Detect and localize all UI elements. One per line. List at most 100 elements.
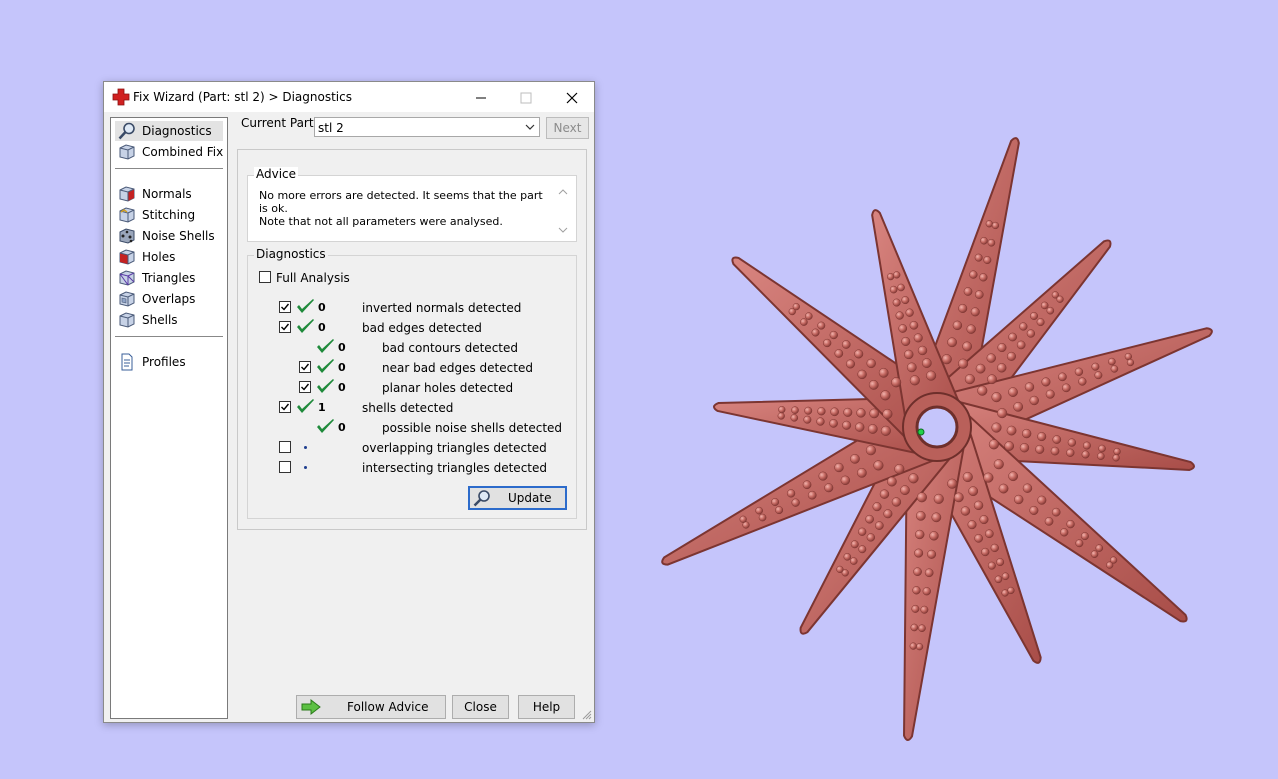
model-bead [958, 358, 969, 369]
model-bead [983, 256, 992, 265]
model-bead [908, 473, 919, 484]
model-bead [856, 408, 866, 418]
model-bead [1037, 432, 1047, 442]
model-bead [1113, 447, 1121, 456]
full-analysis-checkbox[interactable] [259, 271, 271, 283]
model-bead [1108, 357, 1116, 366]
star-model[interactable] [650, 125, 1230, 755]
model-bead [1082, 441, 1091, 450]
diagnostic-row: 0 planar holes detected [248, 377, 576, 397]
model-bead [968, 486, 979, 497]
close-window-button[interactable] [549, 82, 595, 112]
nav-item-holes[interactable]: Holes [115, 247, 223, 267]
help-button[interactable]: Help [518, 695, 575, 719]
diagnostic-label: planar holes detected [382, 381, 514, 395]
nav-item-diagnostics[interactable]: Diagnostics [115, 121, 223, 141]
nav-item-stitching[interactable]: Stitching [115, 205, 223, 225]
diagnostic-checkbox[interactable] [299, 381, 311, 393]
model-bead [882, 408, 893, 420]
model-bead [1029, 505, 1039, 515]
next-button[interactable]: Next [546, 117, 589, 139]
profile-document-icon [121, 353, 133, 371]
model-bead [974, 253, 983, 262]
diagnostic-checkbox[interactable] [279, 441, 291, 453]
arrow-right-icon [301, 698, 321, 716]
model-bead [1040, 301, 1049, 310]
model-bead [979, 515, 989, 525]
green-check-icon [317, 379, 334, 393]
model-bead [915, 643, 924, 651]
model-bead [1097, 452, 1105, 460]
model-bead [913, 567, 922, 577]
scroll-down-icon[interactable] [558, 226, 568, 234]
nav-item-shells[interactable]: Shells [115, 310, 223, 330]
nav-item-label: Shells [142, 313, 178, 327]
nav-item-triangles[interactable]: Triangles [115, 268, 223, 288]
resize-grip-icon[interactable] [582, 710, 592, 720]
diagnostic-label: bad contours detected [382, 341, 518, 355]
model-bead [1006, 425, 1017, 436]
diagnostic-checkbox[interactable] [279, 461, 291, 473]
scroll-up-icon[interactable] [558, 188, 568, 196]
advice-scrollbar[interactable] [556, 188, 570, 234]
model-bead [933, 493, 944, 504]
model-bead [866, 358, 876, 369]
model-bead [880, 425, 891, 436]
model-bead [875, 521, 884, 530]
model-bead [1091, 362, 1100, 371]
holes-cube-icon [119, 249, 135, 265]
nav-item-noise-shells[interactable]: Noise Shells [115, 226, 223, 246]
current-part-select[interactable]: stl 2 [314, 117, 540, 137]
model-bead [912, 586, 921, 595]
nav-item-normals[interactable]: Normals [115, 184, 223, 204]
nav-item-label: Profiles [142, 355, 186, 369]
fix-wizard-window: Fix Wizard (Part: stl 2) > Diagnostics D… [103, 81, 595, 723]
model-bead [894, 463, 905, 475]
model-bead [891, 377, 902, 388]
close-icon [566, 92, 578, 103]
model-bead [1030, 311, 1038, 320]
model-bead [997, 408, 1008, 419]
model-bead [865, 445, 876, 456]
diagnostic-checkbox[interactable] [279, 401, 291, 413]
diagnostic-checkbox[interactable] [279, 301, 291, 313]
diagnostic-row: 0 bad edges detected [248, 317, 576, 337]
minimize-button[interactable] [458, 82, 504, 112]
close-button[interactable]: Close [452, 695, 509, 719]
model-bead [953, 492, 964, 503]
model-bead [926, 370, 937, 381]
model-bead [1001, 589, 1009, 597]
diagnostic-checkbox[interactable] [279, 321, 291, 333]
nav-item-combined-fix[interactable]: Combined Fix [115, 142, 223, 162]
model-bead [1024, 382, 1035, 392]
nav-item-overlaps[interactable]: Overlaps [115, 289, 223, 309]
model-bead [778, 406, 786, 414]
model-bead [941, 354, 952, 365]
advice-text-line: No more errors are detected. It seems th… [259, 189, 543, 215]
model-bead [1013, 401, 1024, 412]
follow-advice-button[interactable]: Follow Advice [296, 695, 446, 719]
update-button[interactable]: Update [468, 486, 567, 510]
model-bead [1008, 471, 1019, 482]
model-bead [856, 467, 867, 478]
model-bead [893, 271, 901, 279]
advice-text: No more errors are detected. It seems th… [259, 189, 549, 228]
model-bead [1029, 395, 1039, 406]
diagnostic-label: inverted normals detected [362, 301, 522, 315]
nav-item-profiles[interactable]: Profiles [115, 352, 223, 372]
model-bead [1026, 329, 1036, 338]
model-bead [816, 417, 825, 426]
nav-item-label: Overlaps [142, 292, 196, 306]
diagnostic-checkbox[interactable] [299, 361, 311, 373]
current-part-label: Current Part: [241, 116, 318, 130]
nav-item-label: Holes [142, 250, 176, 264]
maximize-button[interactable] [503, 82, 549, 112]
model-bead [1124, 352, 1132, 361]
stitching-cube-icon [119, 207, 135, 223]
model-bead [997, 363, 1007, 373]
model-bead [841, 340, 851, 349]
model-bead [898, 324, 908, 333]
model-bead [1021, 428, 1032, 439]
title-bar[interactable]: Fix Wizard (Part: stl 2) > Diagnostics [104, 82, 594, 112]
green-check-icon [297, 399, 314, 413]
